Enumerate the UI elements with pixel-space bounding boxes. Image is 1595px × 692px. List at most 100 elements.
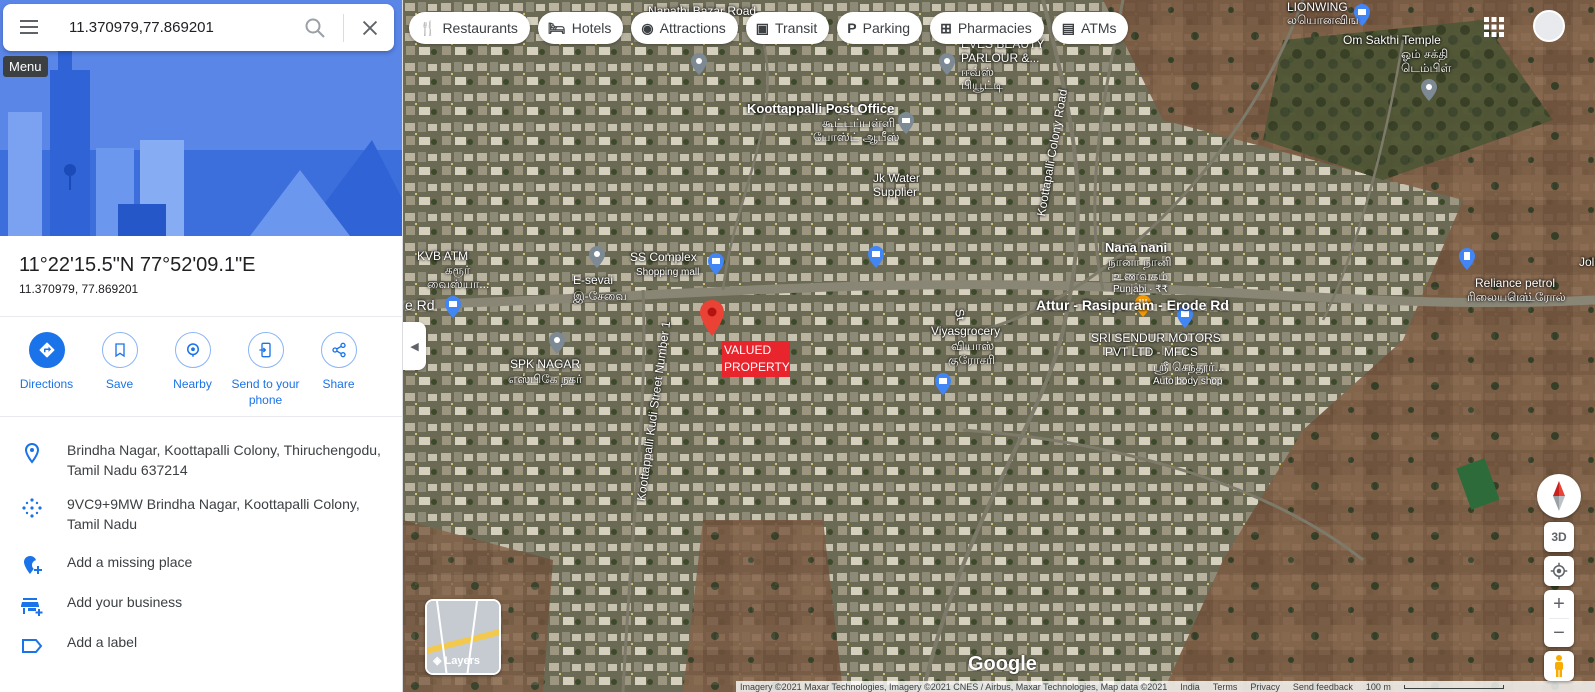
action-label: Save [105, 377, 134, 391]
send-feedback-link[interactable]: Send feedback [1293, 682, 1353, 692]
camera-icon: ◉ [641, 19, 654, 36]
label-icon [22, 639, 43, 653]
map-place-label-ta: உணவகம் [1113, 269, 1168, 283]
directions-button[interactable]: Directions [10, 332, 83, 408]
nearby-icon [186, 343, 199, 357]
fork-knife-icon: 🍴 [419, 19, 437, 36]
address-text: Brindha Nagar, Koottapalli Colony, Thiru… [67, 442, 381, 478]
location-pin-icon [24, 442, 40, 464]
address-row[interactable]: Brindha Nagar, Koottapalli Colony, Thiru… [0, 440, 402, 494]
chip-restaurants[interactable]: 🍴 Restaurants [409, 12, 530, 44]
atm-pin-icon[interactable] [444, 296, 462, 318]
map-place-label: Viyasgrocery [931, 324, 1001, 338]
selected-location-pin-icon[interactable] [699, 300, 725, 336]
menu-button[interactable] [17, 16, 41, 40]
my-location-button[interactable] [1544, 556, 1574, 586]
save-button[interactable]: Save [83, 332, 156, 408]
imagery-credit: Imagery ©2021 Maxar Technologies, Imager… [740, 681, 1168, 692]
chip-parking[interactable]: P Parking [837, 12, 923, 44]
bed-icon: 🛏 [547, 19, 566, 36]
attribution-bar: Imagery ©2021 Maxar Technologies, Imager… [736, 681, 1595, 692]
map-place-label: PVT LTD - MFCS [1105, 345, 1198, 359]
map-road-label: Attur - Rasipuram - Erode Rd [1036, 297, 1229, 313]
map-place-label: Om Sakthi Temple [1343, 33, 1441, 47]
layers-label: ◈ Layers [433, 655, 480, 667]
add-label-text: Add a label [67, 634, 138, 650]
search-input[interactable] [69, 12, 289, 42]
map-place-label-ta: போஸ்ட் ஆபீஸ் [813, 130, 900, 144]
train-icon: ▣ [755, 19, 769, 36]
close-icon[interactable] [359, 17, 381, 39]
plus-code-icon [22, 498, 42, 518]
map-place-label-ta: கரூர் [445, 263, 471, 277]
map-place-label: SRI SENDUR MOTORS [1091, 331, 1221, 345]
pegman-icon [1555, 655, 1563, 677]
terms-link[interactable]: Terms [1213, 682, 1238, 692]
pegman-button[interactable] [1544, 651, 1574, 681]
add-missing-place-row[interactable]: Add a missing place [0, 552, 402, 592]
map-place-label: Jk Water [873, 171, 920, 185]
temple-pin-icon[interactable] [1420, 79, 1438, 101]
map-canvas[interactable]: 🍴 Restaurants 🛏 Hotels ◉ Attractions ▣ Trans… [403, 0, 1595, 692]
bookmark-icon [114, 343, 125, 358]
shopping-pin-icon[interactable] [707, 253, 725, 275]
poi-pin-icon[interactable] [588, 246, 606, 268]
map-place-label: Jolly [1579, 255, 1595, 269]
map-place-sublabel: Auto body shop [1153, 376, 1223, 387]
collapse-panel-button[interactable]: ◀ [403, 322, 426, 370]
grocery-pin-icon[interactable] [934, 373, 952, 395]
map-place-label: Supplier [873, 185, 918, 199]
coordinates-decimal[interactable]: 11.370979, 77.869201 [19, 282, 256, 296]
apps-grid-icon[interactable] [1483, 16, 1505, 38]
phone-icon [258, 342, 271, 358]
nearby-button[interactable]: Nearby [156, 332, 229, 408]
map-place-label: KVB ATM [417, 249, 469, 263]
chip-atms[interactable]: ▤ ATMs [1051, 12, 1129, 44]
chip-pharmacies[interactable]: ⊞ Pharmacies [930, 12, 1044, 44]
info-list: Brindha Nagar, Koottapalli Colony, Thiru… [0, 440, 402, 672]
side-panel: 11°22'15.5"N 77°52'09.1"E 11.370979, 77.… [0, 0, 403, 692]
scale-label[interactable]: 100 m [1366, 682, 1391, 692]
action-label: Directions [19, 377, 74, 391]
three-d-toggle[interactable]: 3D [1544, 522, 1574, 552]
map-place-label-ta: நானா நானி [1108, 255, 1172, 269]
map-place-label: Reliance petrol [1475, 276, 1556, 290]
search-icon[interactable] [303, 16, 327, 40]
map-place-label-ta: குரோசரி [948, 353, 995, 367]
map-place-label: E-sevai [573, 273, 614, 287]
menu-tooltip: Menu [3, 56, 48, 77]
map-place-label-ta: ஓம் சக்தி [1401, 47, 1449, 61]
poi-pin-icon[interactable] [938, 53, 956, 75]
compass-button[interactable] [1537, 474, 1581, 518]
poi-pin-icon[interactable] [690, 53, 708, 75]
shopping-pin-icon[interactable] [867, 246, 885, 268]
map-place-label-ta: வைஸ்யா... [427, 277, 490, 291]
fuel-pin-icon[interactable] [1458, 248, 1476, 270]
map-place-sublabel: Shopping mall [636, 267, 700, 278]
map-place-label-ta: எஸ்பிகே நகர் [508, 372, 583, 386]
share-icon [331, 342, 346, 358]
zoom-in-button[interactable]: + [1544, 590, 1574, 618]
map-place-label-ta: பெட்ரோல் [1507, 290, 1566, 304]
add-business-row[interactable]: Add your business [0, 592, 402, 632]
chip-attractions[interactable]: ◉ Attractions [631, 12, 738, 44]
share-button[interactable]: Share [302, 332, 375, 408]
chip-hotels[interactable]: 🛏 Hotels [537, 12, 624, 44]
chip-transit[interactable]: ▣ Transit [745, 12, 830, 44]
account-avatar[interactable] [1533, 10, 1565, 42]
search-box [3, 4, 394, 51]
action-label: Nearby [173, 377, 212, 391]
plus-code-row[interactable]: 9VC9+9MW Brindha Nagar, Koottapalli Colo… [0, 494, 402, 552]
add-label-row[interactable]: Add a label [0, 632, 402, 672]
poi-pin-icon[interactable] [548, 332, 566, 354]
parking-icon: P [847, 20, 857, 36]
zoom-out-button[interactable]: − [1544, 619, 1574, 647]
region-link[interactable]: India [1180, 682, 1200, 692]
send-to-phone-button[interactable]: Send to your phone [229, 332, 302, 408]
layers-stack-icon: ◈ [433, 655, 445, 667]
map-place-label-ta: பியூட்டி [961, 78, 1003, 92]
privacy-link[interactable]: Privacy [1250, 682, 1280, 692]
layers-button[interactable]: ◈ Layers [425, 599, 501, 675]
compass-icon [1553, 481, 1565, 511]
place-header: 11°22'15.5"N 77°52'09.1"E 11.370979, 77.… [19, 252, 256, 296]
